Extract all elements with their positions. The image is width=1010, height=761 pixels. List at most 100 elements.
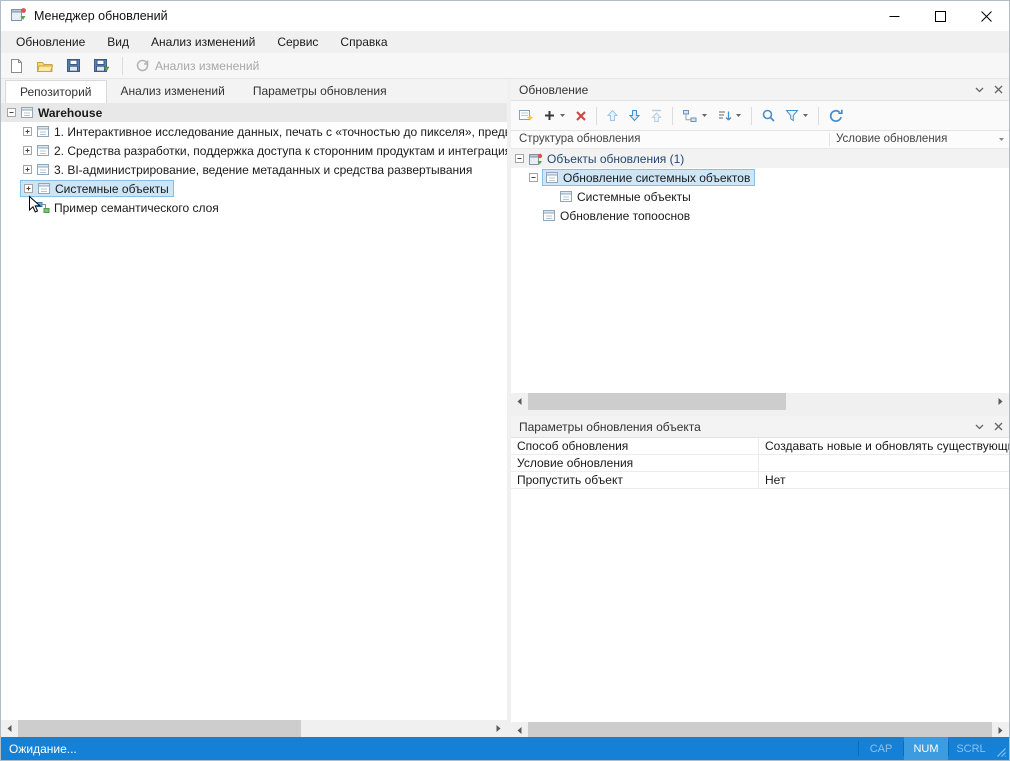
panel-close-icon[interactable] (994, 85, 1003, 94)
save-button[interactable] (66, 58, 81, 73)
arrow-down-icon (628, 109, 641, 122)
scrollbar-track[interactable] (18, 720, 490, 737)
tree-item-update-objects[interactable]: Объекты обновления (1) (511, 149, 1009, 168)
tree-item-label: Системные объекты (577, 190, 691, 204)
scrollbar-thumb[interactable] (528, 393, 786, 410)
toolbar-separator (751, 107, 752, 125)
status-message: Ожидание... (1, 742, 77, 756)
repository-root-icon (20, 106, 34, 119)
maximize-icon (935, 11, 946, 22)
tree-item-folder-2[interactable]: 2. Средства разработки, поддержка доступ… (1, 141, 507, 160)
new-update-node-button[interactable] (518, 108, 534, 123)
toolbar-separator (596, 107, 597, 125)
selected-item-highlight: Обновление системных объектов (542, 169, 755, 186)
sort-icon (717, 109, 732, 123)
tree-item-warehouse[interactable]: Warehouse (1, 103, 507, 122)
main-area: Репозиторий Анализ изменений Параметры о… (1, 79, 1009, 737)
tree-item-label: 2. Средства разработки, поддержка доступ… (54, 144, 507, 158)
column-header-structure[interactable]: Структура обновления (519, 133, 640, 145)
refresh-button[interactable] (828, 108, 844, 124)
close-icon (981, 11, 992, 22)
scrollbar-track[interactable] (528, 393, 992, 410)
arrow-up-icon (606, 109, 619, 122)
left-tab-bar: Репозиторий Анализ изменений Параметры о… (1, 79, 507, 103)
analysis-button[interactable]: Анализ изменений (135, 58, 259, 73)
scrollbar-thumb[interactable] (18, 720, 301, 737)
menu-service[interactable]: Сервис (266, 31, 329, 53)
grouping-button[interactable] (682, 109, 708, 123)
move-up-button[interactable] (606, 109, 619, 122)
dropdown-caret-icon (735, 113, 742, 118)
param-name: Пропустить объект (511, 472, 759, 488)
object-params-panel-title: Параметры обновления объекта (519, 420, 701, 434)
minimize-button[interactable] (871, 1, 917, 31)
mouse-cursor (28, 195, 41, 219)
folder-object-icon (37, 182, 51, 195)
new-button[interactable] (9, 58, 24, 74)
refresh-icon (828, 108, 844, 124)
panel-menu-chevron-icon[interactable] (975, 424, 984, 430)
expand-expander-icon[interactable] (24, 184, 33, 193)
tree-item-system-objects-update[interactable]: Обновление системных объектов (511, 168, 1009, 187)
caps-lock-indicator: CAP (859, 737, 903, 760)
scroll-right-button[interactable] (490, 720, 507, 737)
collapse-expander-icon[interactable] (7, 108, 16, 117)
scroll-left-button[interactable] (1, 720, 18, 737)
param-row-update-method[interactable]: Способ обновления Создавать новые и обно… (511, 438, 1009, 455)
tree-item-folder-3[interactable]: 3. BI-администрирование, ведение метадан… (1, 160, 507, 179)
delete-object-button[interactable] (575, 110, 587, 122)
analysis-icon (135, 58, 150, 73)
expand-expander-icon[interactable] (23, 146, 32, 155)
tree-item-system-objects[interactable]: Системные объекты (1, 179, 507, 198)
move-to-top-button[interactable] (650, 109, 663, 123)
collapse-expander-icon[interactable] (529, 173, 538, 182)
param-name: Способ обновления (511, 438, 759, 454)
param-row-update-condition[interactable]: Условие обновления (511, 455, 1009, 472)
tab-change-analysis[interactable]: Анализ изменений (107, 80, 239, 103)
collapse-expander-icon[interactable] (515, 154, 524, 163)
new-document-icon (9, 58, 24, 74)
menu-change-analysis[interactable]: Анализ изменений (140, 31, 266, 53)
expand-expander-icon[interactable] (23, 165, 32, 174)
param-value[interactable]: Нет (759, 473, 1009, 487)
scroll-right-button[interactable] (992, 393, 1009, 410)
panel-close-icon[interactable] (994, 422, 1003, 431)
scroll-right-icon (997, 726, 1004, 735)
save-all-button[interactable] (93, 58, 110, 73)
menu-help[interactable]: Справка (329, 31, 398, 53)
plus-icon (543, 109, 556, 122)
sort-button[interactable] (717, 109, 742, 123)
tree-item-semantic-layer[interactable]: Пример семантического слоя (1, 198, 507, 217)
param-value[interactable]: Создавать новые и обновлять существующие (759, 439, 1009, 453)
panel-menu-chevron-icon[interactable] (975, 87, 984, 93)
close-button[interactable] (963, 1, 1009, 31)
expand-expander-icon[interactable] (23, 127, 32, 136)
tab-repository[interactable]: Репозиторий (5, 80, 107, 103)
resize-grip[interactable] (993, 737, 1009, 760)
window-title: Менеджер обновлений (34, 9, 168, 23)
update-toolbar (511, 101, 1009, 131)
column-divider[interactable] (829, 133, 830, 146)
update-horizontal-scrollbar[interactable] (511, 393, 1009, 410)
tree-item-label: Warehouse (38, 106, 102, 120)
filter-icon (785, 109, 799, 122)
menu-update[interactable]: Обновление (5, 31, 96, 53)
param-row-skip-object[interactable]: Пропустить объект Нет (511, 472, 1009, 489)
tree-item-folder-1[interactable]: 1. Интерактивное исследование данных, пе… (1, 122, 507, 141)
tab-update-parameters[interactable]: Параметры обновления (239, 80, 401, 103)
add-object-button[interactable] (543, 109, 566, 122)
move-down-button[interactable] (628, 109, 641, 122)
maximize-button[interactable] (917, 1, 963, 31)
scroll-left-button[interactable] (511, 393, 528, 410)
search-button[interactable] (761, 108, 776, 123)
open-button[interactable] (36, 59, 54, 73)
tree-item-system-objects-child[interactable]: Системные объекты (511, 187, 1009, 206)
column-header-condition[interactable]: Условие обновления (836, 133, 947, 145)
column-options-caret-icon[interactable] (998, 137, 1005, 142)
menu-bar: Обновление Вид Анализ изменений Сервис С… (1, 31, 1009, 53)
tree-item-topobasis-update[interactable]: Обновление топооснов (511, 206, 1009, 225)
menu-view[interactable]: Вид (96, 31, 140, 53)
left-horizontal-scrollbar[interactable] (1, 720, 507, 737)
folder-object-icon (36, 163, 50, 176)
filter-button[interactable] (785, 109, 809, 122)
